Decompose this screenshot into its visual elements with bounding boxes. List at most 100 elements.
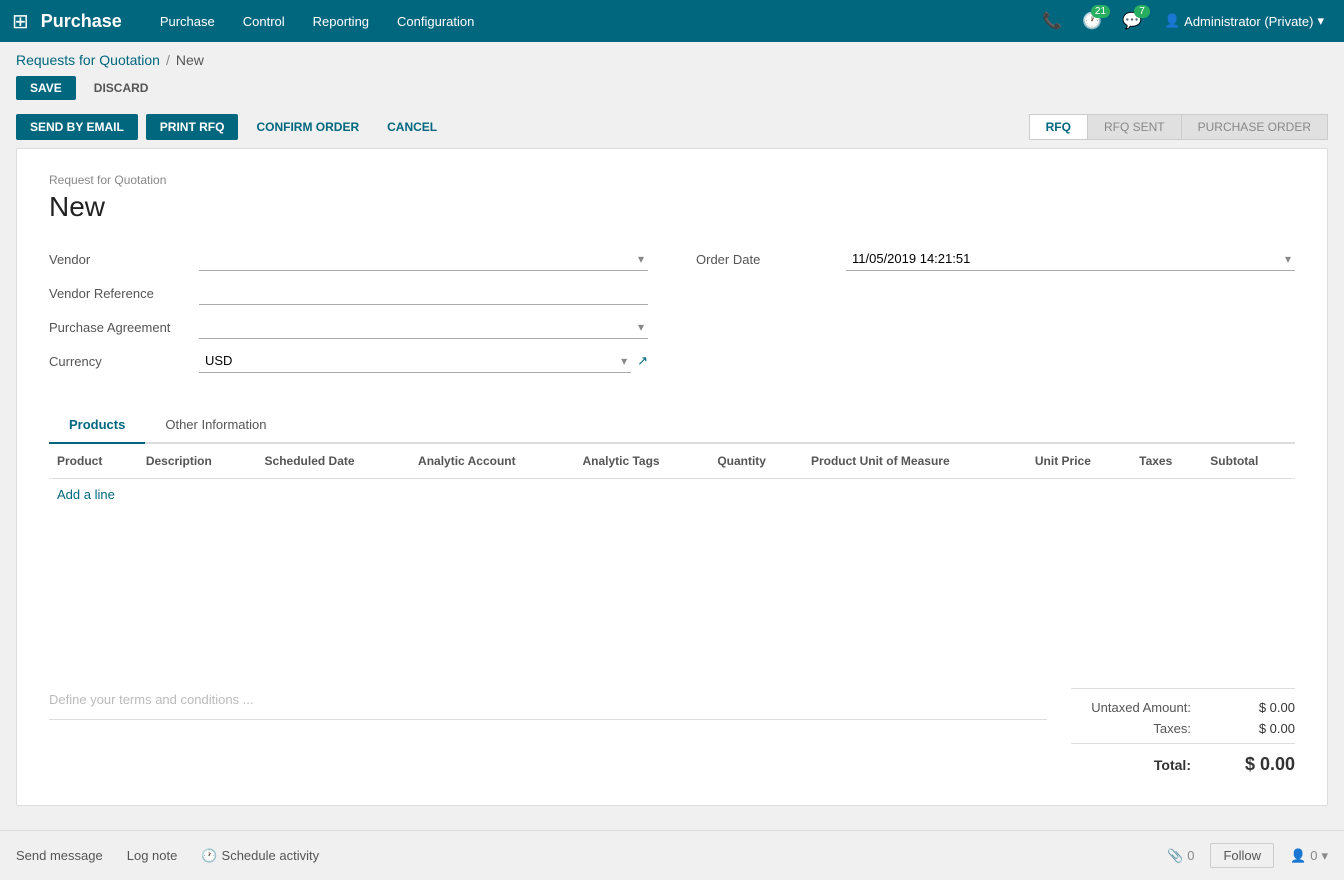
vendor-select-wrap: ▾ [199, 247, 648, 271]
breadcrumb-parent[interactable]: Requests for Quotation [16, 52, 160, 68]
total-value: $ 0.00 [1215, 754, 1295, 775]
user-menu[interactable]: 👤 Administrator (Private) ▾ [1156, 13, 1332, 29]
products-table: Product Description Scheduled Date Analy… [49, 444, 1295, 479]
col-scheduled-date: Scheduled Date [257, 444, 411, 479]
totals-top-divider [1071, 688, 1295, 689]
col-analytic-account: Analytic Account [410, 444, 574, 479]
taxes-label: Taxes: [1071, 721, 1191, 736]
menu-item-configuration[interactable]: Configuration [383, 0, 488, 42]
action-bar: SAVE DISCARD [0, 72, 1344, 108]
user-chevron-icon: ▾ [1317, 13, 1324, 29]
menu-item-reporting[interactable]: Reporting [299, 0, 383, 42]
followers-icon: 👤 [1290, 848, 1306, 864]
col-analytic-tags: Analytic Tags [574, 444, 709, 479]
clock-small-icon: 🕐 [201, 848, 217, 864]
footer-section: Define your terms and conditions ... Unt… [49, 684, 1295, 781]
total-row: Total: $ 0.00 [1071, 748, 1295, 781]
breadcrumb: Requests for Quotation / New [0, 42, 1344, 72]
send-by-email-button[interactable]: SEND BY EMAIL [16, 114, 138, 140]
vendor-reference-input[interactable] [199, 281, 648, 305]
clock-icon[interactable]: 🕐 21 [1076, 7, 1108, 35]
order-date-row: Order Date 11/05/2019 14:21:51 ▾ [696, 247, 1295, 271]
col-subtotal: Subtotal [1202, 444, 1295, 479]
tab-other-information[interactable]: Other Information [145, 407, 286, 444]
col-product: Product [49, 444, 138, 479]
currency-label: Currency [49, 354, 199, 369]
vendor-reference-label: Vendor Reference [49, 286, 199, 301]
cancel-button[interactable]: CANCEL [377, 114, 447, 140]
currency-select-wrap: USD ▾ [199, 349, 631, 373]
tab-products[interactable]: Products [49, 407, 145, 444]
vendor-label: Vendor [49, 252, 199, 267]
currency-row: Currency USD ▾ ↗ [49, 349, 648, 373]
phone-icon[interactable]: 📞 [1036, 7, 1068, 35]
table-area: Product Description Scheduled Date Analy… [49, 444, 1295, 644]
paperclip-icon: 📎 [1167, 848, 1183, 864]
purchase-agreement-select-wrap: ▾ [199, 315, 648, 339]
terms-section: Define your terms and conditions ... [49, 684, 1047, 724]
untaxed-value: $ 0.00 [1215, 700, 1295, 715]
follow-button[interactable]: Follow [1210, 843, 1274, 868]
messages-count: 📎 0 [1167, 848, 1194, 864]
order-date-input[interactable]: 11/05/2019 14:21:51 [846, 247, 1295, 271]
form-subtitle: Request for Quotation [49, 173, 1295, 187]
brand-label: Purchase [41, 11, 122, 32]
bottom-bar-right: 📎 0 Follow 👤 0 ▾ [1167, 843, 1328, 868]
currency-select[interactable]: USD [199, 349, 631, 373]
status-bar: SEND BY EMAIL PRINT RFQ CONFIRM ORDER CA… [0, 108, 1344, 148]
followers-count: 👤 0 ▾ [1290, 848, 1328, 864]
step-rfq-sent[interactable]: RFQ SENT [1087, 114, 1182, 140]
step-rfq[interactable]: RFQ [1029, 114, 1088, 140]
menu-item-control[interactable]: Control [229, 0, 299, 42]
send-message-button[interactable]: Send message [16, 848, 103, 863]
topnav: ⊞ Purchase Purchase Control Reporting Co… [0, 0, 1344, 42]
purchase-agreement-row: Purchase Agreement ▾ [49, 315, 648, 339]
total-label: Total: [1071, 757, 1191, 773]
chat-badge: 7 [1134, 5, 1150, 18]
discard-button[interactable]: DISCARD [84, 76, 159, 100]
untaxed-label: Untaxed Amount: [1071, 700, 1191, 715]
currency-external-link-icon[interactable]: ↗ [637, 353, 648, 369]
user-label: Administrator (Private) [1184, 14, 1313, 29]
menu-item-purchase[interactable]: Purchase [146, 0, 229, 42]
totals-section: Untaxed Amount: $ 0.00 Taxes: $ 0.00 Tot… [1071, 684, 1295, 781]
breadcrumb-separator: / [166, 52, 170, 68]
clock-badge: 21 [1091, 5, 1110, 18]
col-unit-price: Unit Price [1027, 444, 1131, 479]
confirm-order-button[interactable]: CONFIRM ORDER [246, 114, 369, 140]
purchase-agreement-select[interactable] [199, 315, 648, 339]
vendor-reference-row: Vendor Reference [49, 281, 648, 305]
form-title: New [49, 191, 1295, 223]
breadcrumb-current: New [176, 52, 204, 68]
bottom-bar: Send message Log note 🕐 Schedule activit… [0, 830, 1344, 880]
taxes-row: Taxes: $ 0.00 [1071, 718, 1295, 739]
terms-placeholder[interactable]: Define your terms and conditions ... [49, 684, 1047, 715]
order-date-label: Order Date [696, 252, 846, 267]
save-button[interactable]: SAVE [16, 76, 76, 100]
topnav-menu: Purchase Control Reporting Configuration [146, 0, 1036, 42]
step-purchase-order[interactable]: PURCHASE ORDER [1181, 114, 1328, 140]
schedule-activity-button[interactable]: 🕐 Schedule activity [201, 848, 319, 864]
main-content: Request for Quotation New Vendor ▾ Vendo… [0, 148, 1344, 822]
add-line-link[interactable]: Add a line [49, 479, 123, 510]
totals-bottom-divider [1071, 743, 1295, 744]
grid-icon[interactable]: ⊞ [12, 9, 29, 34]
taxes-value: $ 0.00 [1215, 721, 1295, 736]
col-quantity: Quantity [709, 444, 803, 479]
purchase-agreement-label: Purchase Agreement [49, 320, 199, 335]
vendor-row: Vendor ▾ [49, 247, 648, 271]
col-description: Description [138, 444, 257, 479]
log-note-button[interactable]: Log note [127, 848, 178, 863]
col-product-unit: Product Unit of Measure [803, 444, 1027, 479]
form-grid: Vendor ▾ Vendor Reference Purchase Agree… [49, 247, 1295, 383]
terms-divider [49, 719, 1047, 720]
followers-chevron-icon: ▾ [1321, 848, 1328, 864]
untaxed-amount-row: Untaxed Amount: $ 0.00 [1071, 697, 1295, 718]
tabs: Products Other Information [49, 407, 1295, 444]
vendor-input[interactable] [199, 247, 648, 271]
status-steps: RFQ RFQ SENT PURCHASE ORDER [1029, 114, 1328, 140]
form-card: Request for Quotation New Vendor ▾ Vendo… [16, 148, 1328, 806]
chat-icon[interactable]: 💬 7 [1116, 7, 1148, 35]
print-rfq-button[interactable]: PRINT RFQ [146, 114, 239, 140]
user-icon: 👤 [1164, 13, 1180, 29]
